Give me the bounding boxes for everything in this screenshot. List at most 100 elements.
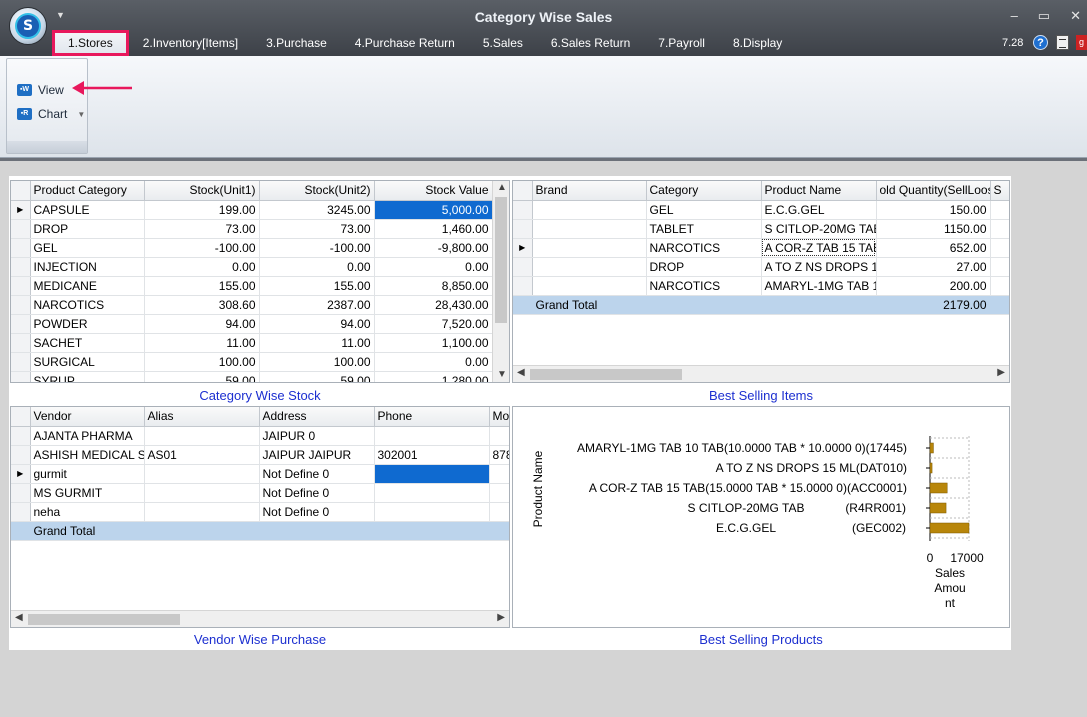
row-header[interactable]	[11, 371, 31, 382]
row-header[interactable]	[11, 257, 31, 277]
column-header[interactable]: Stock(Unit1)	[144, 181, 260, 201]
table-cell[interactable]: 59.00	[144, 371, 260, 382]
table-cell[interactable]: 0.00	[259, 257, 375, 277]
table-cell[interactable]	[532, 276, 647, 296]
column-header[interactable]: Vendor	[30, 407, 145, 427]
table-cell[interactable]	[374, 483, 490, 503]
maximize-icon[interactable]: ▭	[1038, 8, 1050, 24]
table-cell[interactable]: 59.00	[259, 371, 375, 382]
table-cell[interactable]: 0.00	[374, 352, 493, 372]
column-header[interactable]: Category	[646, 181, 762, 201]
table-cell[interactable]: 2387.00	[259, 295, 375, 315]
table-cell[interactable]	[489, 483, 509, 503]
table-cell[interactable]: ASHISH MEDICAL STO	[30, 445, 145, 465]
table-row[interactable]: POWDER 94.00 94.00 7,520.00	[11, 314, 493, 334]
table-cell[interactable]: DROP	[30, 219, 145, 239]
table-cell[interactable]: 0.00	[374, 257, 493, 277]
scroll-left-icon[interactable]: ◀	[15, 612, 23, 623]
table-cell[interactable]: Not Define 0	[259, 483, 375, 503]
table-row[interactable]: SACHET 11.00 11.00 1,100.00	[11, 333, 493, 353]
column-header[interactable]: Address	[259, 407, 375, 427]
table-row[interactable]: ▶ gurmit Not Define 0	[11, 464, 509, 484]
row-header[interactable]	[513, 276, 533, 296]
table-row[interactable]: MEDICANE 155.00 155.00 8,850.00	[11, 276, 493, 296]
table-cell[interactable]: 94.00	[144, 314, 260, 334]
table-cell[interactable]: 308.60	[144, 295, 260, 315]
table-cell[interactable]: 8,850.00	[374, 276, 493, 296]
table-row[interactable]: GEL E.C.G.GEL 150.00	[513, 200, 1009, 220]
column-header[interactable]: Product Category	[30, 181, 145, 201]
table-cell[interactable]: 7,520.00	[374, 314, 493, 334]
table-cell[interactable]: AMARYL-1MG TAB 10	[761, 276, 877, 296]
table-cell[interactable]: 100.00	[144, 352, 260, 372]
table-row[interactable]: NARCOTICS AMARYL-1MG TAB 10 200.00	[513, 276, 1009, 296]
column-header[interactable]: Phone	[374, 407, 490, 427]
table-cell[interactable]: 28,430.00	[374, 295, 493, 315]
column-header[interactable]: Mo	[489, 407, 509, 427]
table-cell[interactable]: GEL	[30, 238, 145, 258]
row-header[interactable]	[11, 238, 31, 258]
table-cell[interactable]: Not Define 0	[259, 502, 375, 522]
help-icon[interactable]: ?	[1033, 35, 1048, 50]
table-cell[interactable]: SACHET	[30, 333, 145, 353]
table-row[interactable]: SURGICAL 100.00 100.00 0.00	[11, 352, 493, 372]
table-cell[interactable]	[990, 257, 1009, 277]
app-badge-icon[interactable]: g	[1076, 35, 1087, 50]
column-header[interactable]: old Quantity(SellLoose)	[876, 181, 991, 201]
row-header[interactable]	[11, 426, 31, 446]
table-row[interactable]: AJANTA PHARMA JAIPUR 0	[11, 426, 509, 446]
row-header-corner[interactable]	[11, 407, 31, 427]
current-row-indicator-icon[interactable]: ▶	[513, 238, 533, 258]
table-cell[interactable]: A COR-Z TAB 15 TAB(	[761, 238, 877, 258]
table-cell[interactable]: SYRUP	[30, 371, 145, 382]
row-header[interactable]	[513, 200, 533, 220]
table-cell[interactable]: 1,460.00	[374, 219, 493, 239]
table-row[interactable]: TABLET S CITLOP-20MG TAB 1150.00	[513, 219, 1009, 239]
table-cell[interactable]	[532, 200, 647, 220]
table-cell[interactable]: JAIPUR JAIPUR	[259, 445, 375, 465]
table-cell[interactable]	[144, 426, 260, 446]
table-row[interactable]: SYRUP 59.00 59.00 1,280.00	[11, 371, 493, 382]
table-cell[interactable]: JAIPUR 0	[259, 426, 375, 446]
table-cell[interactable]: POWDER	[30, 314, 145, 334]
table-cell[interactable]	[374, 464, 490, 484]
tab-inventory[interactable]: 2.Inventory[Items]	[129, 30, 252, 56]
row-header-corner[interactable]	[11, 181, 31, 201]
table-cell[interactable]: NARCOTICS	[646, 276, 762, 296]
row-header[interactable]	[11, 502, 31, 522]
table-row[interactable]: ▶ CAPSULE 199.00 3245.00 5,000.00	[11, 200, 493, 220]
table-row[interactable]: DROP 73.00 73.00 1,460.00	[11, 219, 493, 239]
table-cell[interactable]: 11.00	[144, 333, 260, 353]
tab-purchase-return[interactable]: 4.Purchase Return	[341, 30, 469, 56]
table-row[interactable]: neha Not Define 0	[11, 502, 509, 522]
column-header[interactable]: Stock Value	[374, 181, 493, 201]
table-cell[interactable]: 5,000.00	[374, 200, 493, 220]
table-cell[interactable]: 155.00	[144, 276, 260, 296]
table-cell[interactable]: 1,280.00	[374, 371, 493, 382]
tab-payroll[interactable]: 7.Payroll	[644, 30, 719, 56]
table-cell[interactable]: E.C.G.GEL	[761, 200, 877, 220]
table-cell[interactable]: 1,100.00	[374, 333, 493, 353]
row-header[interactable]	[11, 352, 31, 372]
table-cell[interactable]: CAPSULE	[30, 200, 145, 220]
table-cell[interactable]: 94.00	[259, 314, 375, 334]
scroll-thumb[interactable]	[28, 614, 180, 625]
tab-sales[interactable]: 5.Sales	[469, 30, 537, 56]
table-cell[interactable]: MEDICANE	[30, 276, 145, 296]
table-row[interactable]: GEL -100.00 -100.00 -9,800.00	[11, 238, 493, 258]
current-row-indicator-icon[interactable]: ▶	[11, 464, 31, 484]
current-row-indicator-icon[interactable]: ▶	[11, 200, 31, 220]
table-cell[interactable]: 11.00	[259, 333, 375, 353]
table-cell[interactable]: NARCOTICS	[646, 238, 762, 258]
table-cell[interactable]: 3245.00	[259, 200, 375, 220]
row-header-corner[interactable]	[513, 181, 533, 201]
table-cell[interactable]: 27.00	[876, 257, 991, 277]
tab-sales-return[interactable]: 6.Sales Return	[537, 30, 644, 56]
table-cell[interactable]: gurmit	[30, 464, 145, 484]
table-cell[interactable]: neha	[30, 502, 145, 522]
scroll-thumb[interactable]	[495, 197, 507, 323]
row-header[interactable]	[11, 314, 31, 334]
column-header[interactable]: Brand	[532, 181, 647, 201]
row-header[interactable]	[11, 219, 31, 239]
column-header[interactable]: Alias	[144, 407, 260, 427]
